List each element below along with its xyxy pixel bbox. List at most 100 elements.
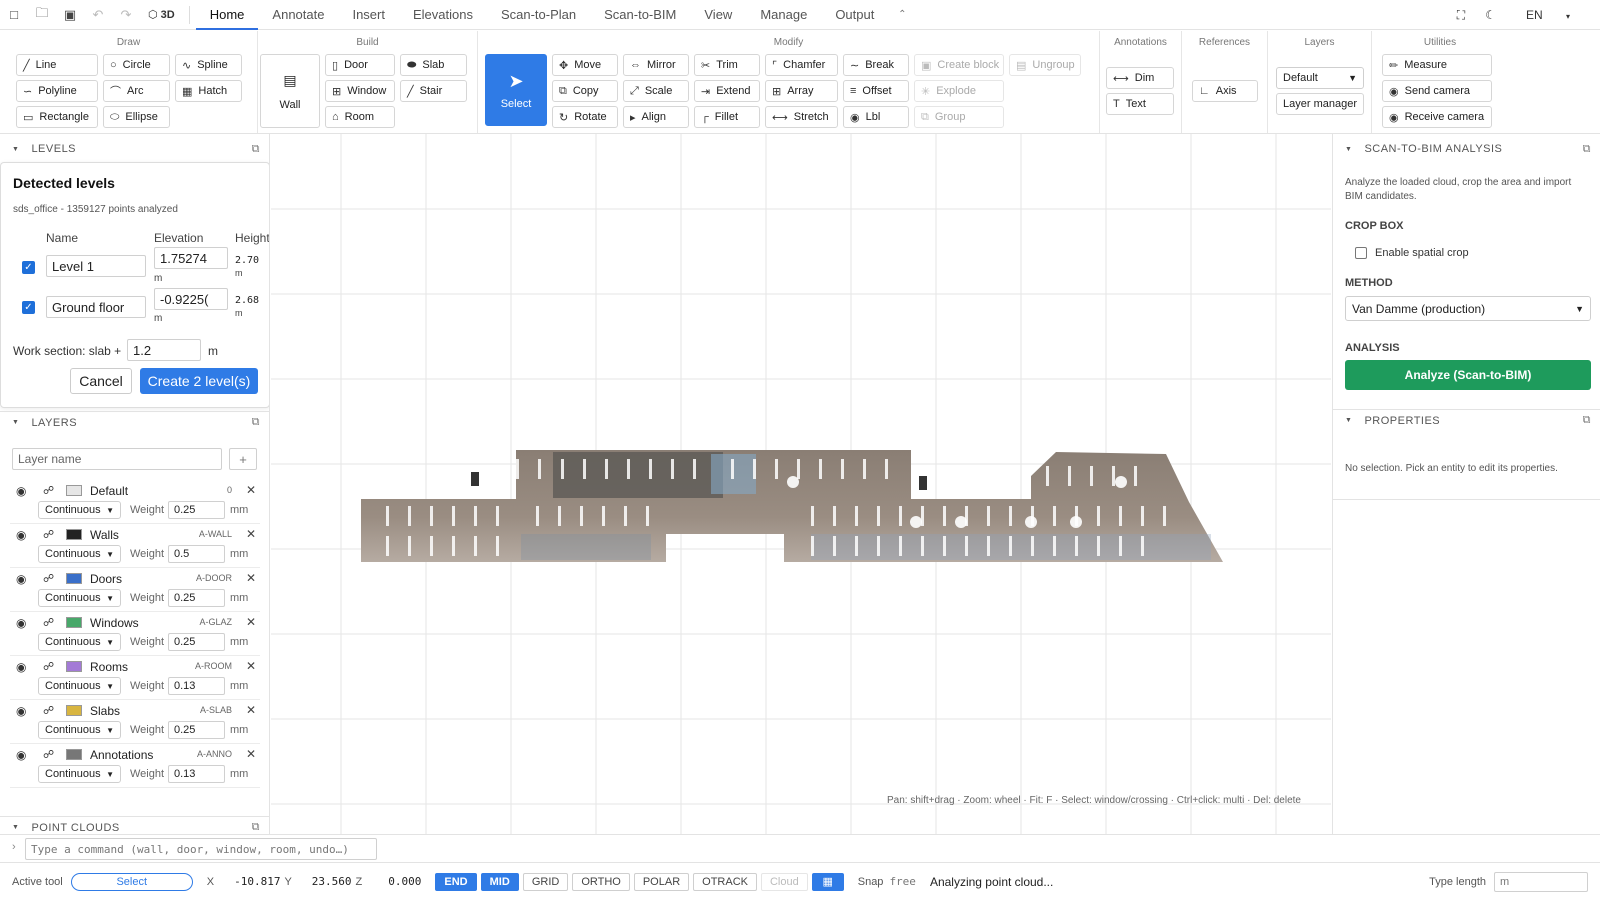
create-levels-button[interactable]: Create 2 level(s) — [140, 368, 258, 394]
copy-button[interactable]: ⧉ Copy — [552, 80, 618, 102]
layers-section-header[interactable]: ▼ LAYERS ⧉ — [0, 411, 269, 433]
eye-icon[interactable]: ◉ — [16, 528, 26, 542]
eye-icon[interactable]: ◉ — [16, 616, 26, 630]
trim-button[interactable]: ✂ Trim — [694, 54, 760, 76]
linetype-select[interactable]: Continuous ▼ — [38, 589, 121, 607]
weight-input[interactable]: 0.13 — [168, 677, 225, 695]
layer-color-swatch[interactable] — [66, 485, 82, 496]
lock-icon[interactable]: ☍ — [43, 528, 54, 541]
popout-icon[interactable]: ⧉ — [252, 143, 260, 156]
fillet-button[interactable]: ┌ Fillet — [694, 106, 760, 128]
delete-layer-icon[interactable]: ✕ — [246, 747, 256, 761]
layer-row[interactable]: ◉ ☍ Annotations A-ANNO ✕ Continuous ▼ Weight 0.1… — [10, 744, 260, 788]
collapse-ribbon-icon[interactable]: ⌃ — [888, 0, 916, 30]
linetype-select[interactable]: Continuous ▼ — [38, 765, 121, 783]
eye-icon[interactable]: ◉ — [16, 572, 26, 586]
lock-icon[interactable]: ☍ — [43, 660, 54, 673]
tab-scan-to-bim[interactable]: Scan-to-BIM — [590, 0, 690, 30]
linetype-select[interactable]: Continuous ▼ — [38, 545, 121, 563]
level-checkbox[interactable]: ✓ — [22, 301, 35, 314]
weight-input[interactable]: 0.25 — [168, 589, 225, 607]
level-name-input[interactable]: Ground floor — [46, 296, 146, 318]
tab-scan-to-plan[interactable]: Scan-to-Plan — [487, 0, 590, 30]
popout-icon[interactable]: ⧉ — [252, 416, 260, 429]
cloud-toggle[interactable]: Cloud — [760, 872, 808, 891]
layer-color-swatch[interactable] — [66, 749, 82, 760]
level-elevation-input[interactable]: 1.75274 — [154, 247, 228, 269]
scan-to-bim-section-header[interactable]: ▼ SCAN-TO-BIM ANALYSIS ⧉ — [1333, 138, 1600, 160]
fullscreen-icon[interactable]: ⛶ — [1447, 8, 1475, 23]
delete-layer-icon[interactable]: ✕ — [246, 527, 256, 541]
linetype-select[interactable]: Continuous ▼ — [38, 633, 121, 651]
mirror-button[interactable]: ⇔ Mirror — [623, 54, 689, 76]
measure-button[interactable]: ✏ Measure — [1382, 54, 1492, 76]
layer-color-swatch[interactable] — [66, 573, 82, 584]
explode-button[interactable]: ✳ Explode — [914, 80, 1004, 102]
dark-mode-icon[interactable]: ☾ — [1475, 8, 1506, 22]
circle-button[interactable]: ○ Circle — [103, 54, 170, 76]
layer-row[interactable]: ◉ ☍ Doors A-DOOR ✕ Continuous ▼ Weight 0.25 mm — [10, 568, 260, 612]
ellipse-button[interactable]: ⬭ Ellipse — [103, 106, 170, 128]
cancel-button[interactable]: Cancel — [70, 368, 132, 394]
arc-button[interactable]: ⌒ Arc — [103, 80, 170, 102]
tab-elevations[interactable]: Elevations — [399, 0, 487, 30]
popout-icon[interactable]: ⧉ — [1583, 143, 1591, 156]
delete-layer-icon[interactable]: ✕ — [246, 659, 256, 673]
open-folder-icon[interactable]: 🗀 — [28, 0, 56, 30]
linetype-select[interactable]: Continuous ▼ — [38, 677, 121, 695]
extend-button[interactable]: ⇥ Extend — [694, 80, 760, 102]
align-button[interactable]: ▸ Align — [623, 106, 689, 128]
weight-input[interactable]: 0.5 — [168, 545, 225, 563]
stair-button[interactable]: ╱ Stair — [400, 80, 467, 102]
wall-button[interactable]: ▤ Wall — [260, 54, 320, 128]
layer-color-swatch[interactable] — [66, 661, 82, 672]
polyline-button[interactable]: ∽ Polyline — [16, 80, 98, 102]
tab-manage[interactable]: Manage — [746, 0, 821, 30]
label-button[interactable]: ◉ Lbl — [843, 106, 909, 128]
dim-button[interactable]: ⟷ Dim — [1106, 67, 1174, 89]
eye-icon[interactable]: ◉ — [16, 748, 26, 762]
lock-icon[interactable]: ☍ — [43, 704, 54, 717]
slab-button[interactable]: ⬬ Slab — [400, 54, 467, 76]
save-icon[interactable]: ▣ — [56, 0, 84, 30]
layer-select[interactable]: Default ▼ — [1276, 67, 1364, 89]
grid-snap-icon[interactable]: ▦ — [811, 872, 844, 891]
delete-layer-icon[interactable]: ✕ — [246, 703, 256, 717]
redo-icon[interactable]: ↷ — [112, 0, 140, 30]
weight-input[interactable]: 0.25 — [168, 721, 225, 739]
scale-button[interactable]: ⤢ Scale — [623, 80, 689, 102]
layer-row[interactable]: ◉ ☍ Windows A-GLAZ ✕ Continuous ▼ Weight 0.25 mm — [10, 612, 260, 656]
language-selector[interactable]: EN ▾ — [1506, 8, 1590, 22]
offset-button[interactable]: ≡ Offset — [843, 80, 909, 102]
level-checkbox[interactable]: ✓ — [22, 261, 35, 274]
new-file-icon[interactable]: □ — [0, 0, 28, 30]
view-3d-button[interactable]: ⬡ 3D — [140, 8, 183, 21]
tab-home[interactable]: Home — [195, 0, 259, 30]
group-button[interactable]: ⧉ Group — [914, 106, 1004, 128]
method-select[interactable]: Van Damme (production) ▼ — [1345, 296, 1591, 321]
layer-color-swatch[interactable] — [66, 529, 82, 540]
grid-toggle[interactable]: GRID — [522, 872, 569, 891]
tab-view[interactable]: View — [690, 0, 746, 30]
layer-row[interactable]: ◉ ☍ Walls A-WALL ✕ Continuous ▼ Weight 0.5 mm — [10, 524, 260, 568]
delete-layer-icon[interactable]: ✕ — [246, 615, 256, 629]
eye-icon[interactable]: ◉ — [16, 704, 26, 718]
drawing-canvas[interactable]: Pan: shift+drag · Zoom: wheel · Fit: F ·… — [271, 134, 1331, 834]
layer-color-swatch[interactable] — [66, 617, 82, 628]
ungroup-button[interactable]: ▤ Ungroup — [1009, 54, 1081, 76]
levels-section-header[interactable]: ▼ LEVELS ⧉ — [0, 138, 269, 160]
work-section-input[interactable]: 1.2 — [127, 339, 201, 361]
level-name-input[interactable]: Level 1 — [46, 255, 146, 277]
ortho-toggle[interactable]: ORTHO — [572, 872, 630, 891]
tab-insert[interactable]: Insert — [338, 0, 399, 30]
room-button[interactable]: ⌂ Room — [325, 106, 395, 128]
weight-input[interactable]: 0.25 — [168, 633, 225, 651]
analyze-button[interactable]: Analyze (Scan-to-BIM) — [1345, 360, 1591, 390]
active-tool-field[interactable]: Select — [70, 872, 193, 891]
mid-snap-toggle[interactable]: MID — [480, 872, 519, 891]
rectangle-button[interactable]: ▭ Rectangle — [16, 106, 98, 128]
array-button[interactable]: ⊞ Array — [765, 80, 838, 102]
lock-icon[interactable]: ☍ — [43, 616, 54, 629]
spline-button[interactable]: ∿ Spline — [175, 54, 242, 76]
popout-icon[interactable]: ⧉ — [1583, 414, 1591, 427]
